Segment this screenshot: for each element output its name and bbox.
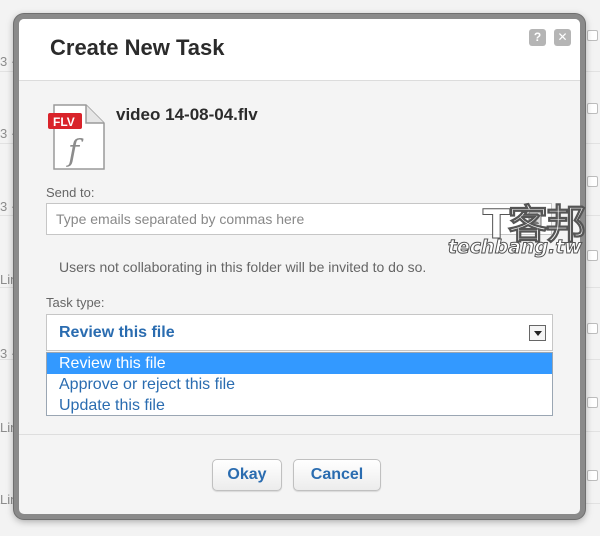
option-update[interactable]: Update this file [47, 395, 552, 416]
address-book-icon[interactable] [527, 211, 543, 227]
option-approve-reject[interactable]: Approve or reject this file [47, 374, 552, 395]
cancel-button[interactable]: Cancel [293, 459, 381, 491]
file-type-badge: FLV [53, 115, 75, 129]
okay-button[interactable]: Okay [212, 459, 282, 491]
row-checkbox[interactable] [587, 103, 598, 114]
row-checkbox[interactable] [587, 176, 598, 187]
row-checkbox[interactable] [587, 30, 598, 41]
help-button[interactable]: ? [529, 29, 546, 46]
row-checkbox[interactable] [587, 250, 598, 261]
task-type-selected-value: Review this file [59, 324, 175, 341]
flv-file-icon: f FLV [48, 103, 106, 176]
close-button[interactable]: ✕ [554, 29, 571, 46]
send-to-input[interactable] [46, 203, 552, 235]
row-checkbox[interactable] [587, 323, 598, 334]
row-checkbox[interactable] [587, 397, 598, 408]
row-checkbox[interactable] [587, 470, 598, 481]
footer-divider [19, 434, 580, 435]
dialog-title: Create New Task [50, 35, 225, 60]
task-type-dropdown: Review this file Approve or reject this … [46, 352, 553, 416]
option-review[interactable]: Review this file [47, 353, 552, 374]
chevron-down-icon[interactable] [529, 325, 546, 341]
file-name: video 14-08-04.flv [116, 105, 258, 124]
dialog-header: Create New Task ? ✕ [19, 19, 580, 81]
invite-note: Users not collaborating in this folder w… [59, 259, 427, 275]
task-type-label: Task type: [46, 295, 105, 310]
create-task-dialog: Create New Task ? ✕ f FLV video 14-08-04… [14, 14, 585, 519]
send-to-label: Send to: [46, 185, 95, 200]
task-type-select[interactable]: Review this file [46, 314, 553, 351]
